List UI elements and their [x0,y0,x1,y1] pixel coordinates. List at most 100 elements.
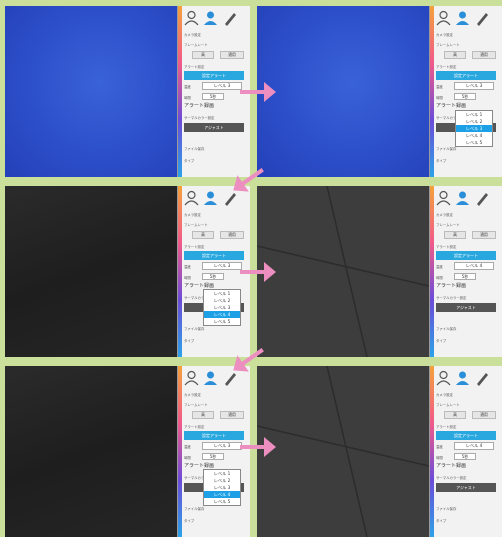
time-select[interactable]: 5秒 [202,273,224,280]
apply-button[interactable]: 適用 [220,51,244,59]
person-outline-icon[interactable] [436,10,451,26]
sidebar-edge [178,6,182,177]
level-select[interactable]: レベル 3 [202,82,242,90]
level-option[interactable]: レベル 5 [204,498,240,505]
alert-record-checkbox[interactable]: アラート録画 [184,102,214,109]
level-option[interactable]: レベル 4 [204,491,240,498]
person-icon[interactable] [203,10,218,26]
person-icon[interactable] [455,370,470,386]
camera-view [257,186,429,357]
person-icon[interactable] [455,10,470,26]
level-option[interactable]: レベル 2 [204,477,240,484]
level-option[interactable]: レベル 3 [456,125,492,132]
sidebar-edge [430,366,434,537]
icon-row [184,10,237,28]
pen-icon[interactable] [474,10,489,26]
file-type-label: タイプ [184,159,195,163]
camera-settings-label: カメラ設定 [184,393,201,397]
pen-icon[interactable] [474,190,489,206]
level-select[interactable]: レベル 3 [202,442,242,450]
level-select[interactable]: レベル 3 [454,82,494,90]
screen-panel: カメラ設定 フレームレート高適用 アラート設定 設定アラート 温度 レベル 3 時間 5秒 アラ… [5,186,250,357]
apply-button[interactable]: 適用 [220,231,244,239]
alert-settings-button[interactable]: 設定アラート [436,251,496,260]
level-option[interactable]: レベル 2 [456,118,492,125]
pen-icon[interactable] [474,370,489,386]
level-select[interactable]: レベル 4 [454,442,494,450]
person-icon[interactable] [455,190,470,206]
person-outline-icon[interactable] [436,370,451,386]
alert-settings-button[interactable]: 設定アラート [436,431,496,440]
time-label: 時間 [184,96,191,100]
time-select[interactable]: 5秒 [454,93,476,100]
screen-panel: カメラ設定 フレームレート高適用 アラート設定 設定アラート 温度 レベル 4 時間 5秒 アラ… [257,366,502,537]
alert-record-checkbox[interactable]: アラート録画 [184,282,214,289]
adjust-button[interactable]: アジャスト [436,303,496,312]
camera-view [257,6,429,177]
time-select[interactable]: 5秒 [454,273,476,280]
person-outline-icon[interactable] [184,190,199,206]
person-outline-icon[interactable] [184,370,199,386]
speed-select[interactable]: 高 [192,411,214,419]
time-select[interactable]: 5秒 [202,453,224,460]
time-select[interactable]: 5秒 [202,93,224,100]
level-option[interactable]: レベル 4 [456,132,492,139]
level-option[interactable]: レベル 3 [204,484,240,491]
alert-settings-button[interactable]: 設定アラート [184,431,244,440]
adjust-button[interactable]: アジャスト [184,123,244,132]
icon-row [184,190,237,208]
level-label: 温度 [436,265,443,269]
time-select[interactable]: 5秒 [454,453,476,460]
speed-select[interactable]: 高 [444,231,466,239]
level-option[interactable]: レベル 5 [456,139,492,146]
control-sidebar: カメラ設定 フレームレート高適用 アラート設定 設定アラート 温度 レベル 4 時間 5秒 アラ… [429,186,502,357]
apply-button[interactable]: 適用 [472,51,496,59]
alert-settings-button[interactable]: 設定アラート [436,71,496,80]
apply-button[interactable]: 適用 [472,411,496,419]
person-icon[interactable] [203,370,218,386]
level-option[interactable]: レベル 4 [204,311,240,318]
level-select[interactable]: レベル 3 [202,262,242,270]
alert-record-checkbox[interactable]: アラート録画 [184,462,214,469]
floor-tile-lines [257,186,429,357]
level-option[interactable]: レベル 2 [204,297,240,304]
pen-icon[interactable] [222,10,237,26]
alert-settings-button[interactable]: 設定アラート [184,71,244,80]
frame-rate-label: フレームレート [436,43,460,47]
person-outline-icon[interactable] [184,10,199,26]
level-option[interactable]: レベル 1 [456,111,492,118]
level-label: 温度 [436,445,443,449]
level-select[interactable]: レベル 4 [454,262,494,270]
camera-settings-label: カメラ設定 [184,213,201,217]
alert-record-checkbox[interactable]: アラート録画 [436,102,466,109]
thermal-settings-label: サーマルカラー設定 [184,116,215,120]
person-outline-icon[interactable] [436,190,451,206]
apply-button[interactable]: 適用 [472,231,496,239]
adjust-button[interactable]: アジャスト [436,483,496,492]
time-label: 時間 [436,276,443,280]
level-option[interactable]: レベル 3 [204,304,240,311]
level-label: 温度 [436,85,443,89]
sidebar-edge [430,186,434,357]
level-option[interactable]: レベル 1 [204,290,240,297]
apply-button[interactable]: 適用 [220,411,244,419]
control-sidebar: カメラ設定 フレームレート高適用 アラート設定 設定アラート 温度 レベル 3 時間 5秒 アラ… [429,6,502,177]
file-type-label: タイプ [184,519,195,523]
alert-settings-label: アラート設定 [436,65,457,69]
speed-select[interactable]: 高 [444,411,466,419]
alert-record-checkbox[interactable]: アラート録画 [436,282,466,289]
level-option[interactable]: レベル 1 [204,470,240,477]
screen-panel: カメラ設定 フレームレート高適用 アラート設定 設定アラート 温度 レベル 3 時間 5秒 アラ… [5,6,250,177]
alert-settings-button[interactable]: 設定アラート [184,251,244,260]
alert-settings-label: アラート設定 [184,65,205,69]
file-save-label: ファイル保存 [436,147,457,151]
person-icon[interactable] [203,190,218,206]
file-save-label: ファイル保存 [436,327,457,331]
camera-settings-label: カメラ設定 [184,33,201,37]
speed-select[interactable]: 高 [192,51,214,59]
level-option[interactable]: レベル 5 [204,318,240,325]
speed-select[interactable]: 高 [444,51,466,59]
alert-record-checkbox[interactable]: アラート録画 [436,462,466,469]
time-label: 時間 [184,276,191,280]
speed-select[interactable]: 高 [192,231,214,239]
